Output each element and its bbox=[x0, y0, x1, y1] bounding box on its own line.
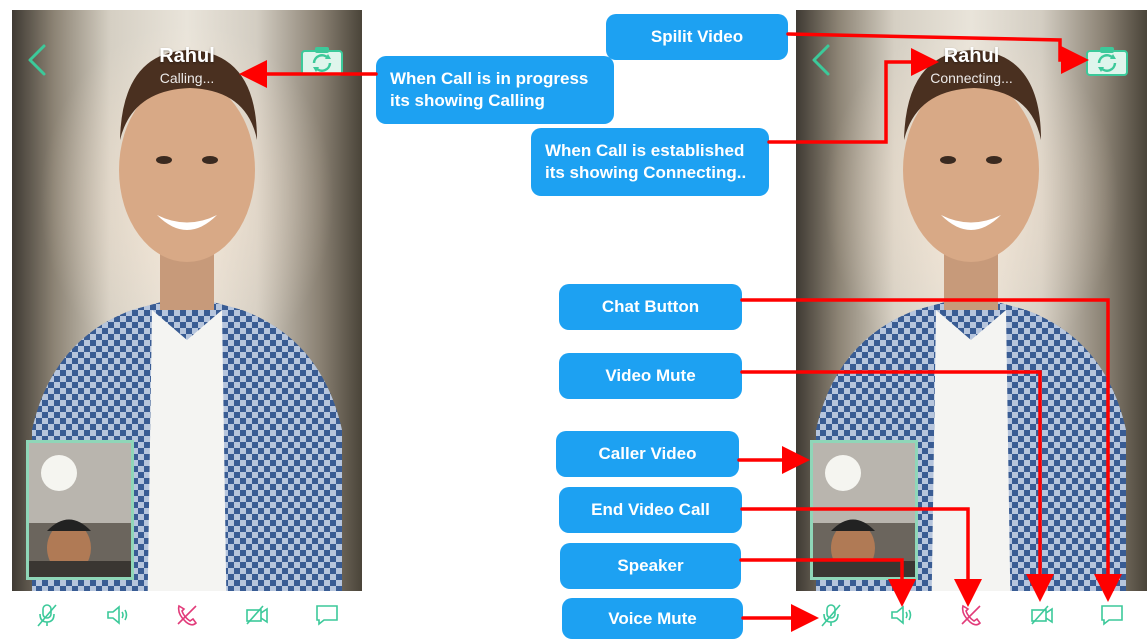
video-muted-icon bbox=[246, 605, 268, 625]
camera-switch-icon bbox=[1086, 47, 1128, 76]
speaker-icon bbox=[107, 605, 128, 625]
voice-mute-button[interactable] bbox=[816, 600, 846, 630]
video-call-screen-calling: Rahul Calling... bbox=[12, 10, 362, 639]
microphone-muted-icon bbox=[821, 604, 841, 627]
caller-video-preview[interactable] bbox=[26, 440, 134, 580]
voice-mute-button[interactable] bbox=[32, 600, 62, 630]
speaker-icon bbox=[891, 605, 912, 625]
callout-connecting-note: When Call is established its showing Con… bbox=[531, 128, 769, 196]
callout-calling-note: When Call is in progress its showing Cal… bbox=[376, 56, 614, 124]
end-video-call-button[interactable] bbox=[172, 600, 202, 630]
self-video-illustration bbox=[29, 443, 131, 577]
callout-caller-video: Caller Video bbox=[556, 431, 739, 477]
chat-icon bbox=[316, 605, 338, 626]
self-video-illustration bbox=[813, 443, 915, 577]
callout-voice-mute: Voice Mute bbox=[562, 598, 743, 639]
video-muted-icon bbox=[1030, 605, 1053, 625]
speaker-button[interactable] bbox=[102, 600, 132, 630]
chat-icon bbox=[1101, 605, 1123, 626]
chat-button[interactable] bbox=[312, 600, 342, 630]
chat-button[interactable] bbox=[1097, 600, 1127, 630]
switch-camera-button[interactable] bbox=[300, 46, 344, 76]
callout-split-video: Spilit Video bbox=[606, 14, 788, 60]
camera-switch-icon bbox=[301, 47, 343, 76]
callout-end-video-call: End Video Call bbox=[559, 487, 742, 533]
video-mute-button[interactable] bbox=[1027, 600, 1057, 630]
end-call-icon bbox=[961, 604, 982, 626]
switch-camera-button[interactable] bbox=[1085, 46, 1129, 76]
end-call-icon bbox=[177, 604, 198, 626]
speaker-button[interactable] bbox=[886, 600, 916, 630]
call-controls-bar bbox=[12, 591, 362, 639]
video-mute-button[interactable] bbox=[242, 600, 272, 630]
callout-video-mute: Video Mute bbox=[559, 353, 742, 399]
callout-speaker: Speaker bbox=[560, 543, 741, 589]
video-call-screen-connecting: Rahul Connecting... bbox=[796, 10, 1147, 639]
end-video-call-button[interactable] bbox=[956, 600, 986, 630]
caller-video-preview[interactable] bbox=[810, 440, 918, 580]
callout-chat-button: Chat Button bbox=[559, 284, 742, 330]
microphone-muted-icon bbox=[37, 604, 57, 627]
call-controls-bar bbox=[796, 591, 1147, 639]
